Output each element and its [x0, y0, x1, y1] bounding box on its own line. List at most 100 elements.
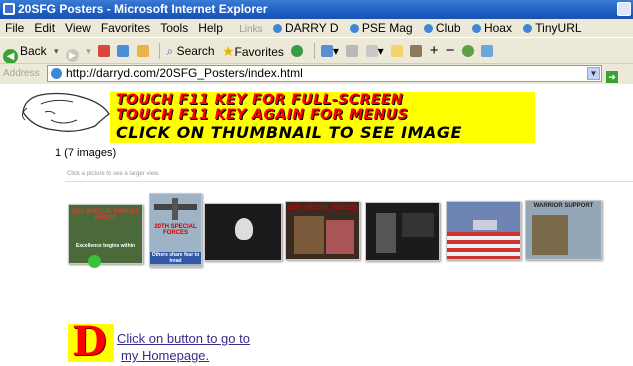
link-darry-d[interactable]: DARRY D [269, 19, 343, 37]
thumbnail-caption: 20th SPECIAL FORCES GROUP [72, 209, 139, 221]
media-icon [291, 45, 304, 57]
aircraft-icon [154, 198, 197, 220]
print-icon [365, 45, 378, 57]
mail-button[interactable] [346, 38, 359, 64]
search-icon: ⌕ [166, 44, 174, 58]
menu-view[interactable]: View [60, 19, 96, 37]
ie-icon [471, 24, 481, 33]
ie-icon [523, 24, 533, 33]
link-pse-mag[interactable]: PSE Mag [346, 19, 417, 37]
extra-button[interactable] [481, 38, 494, 64]
soldier-image [532, 215, 568, 255]
search-button[interactable]: ⌕ Search [167, 38, 215, 64]
link-label: Club [435, 21, 461, 35]
image-count: 1 (7 images) [55, 147, 117, 159]
text-block [402, 213, 434, 237]
forward-arrow-icon: ▶ [65, 49, 79, 62]
banner-line-1: TOUCH F11 KEY FOR FULL-SCREEN [116, 92, 404, 108]
back-arrow-icon: ◀ [3, 49, 18, 64]
address-dropdown[interactable]: ▼ [587, 67, 600, 80]
homepage-link-line-2[interactable]: my Homepage. [121, 348, 209, 363]
ie-icon [349, 24, 359, 33]
title-bar: 20SFG Posters - Microsoft Internet Explo… [0, 0, 633, 19]
thumbnail-caption: 20TH SPECIAL FORCES [154, 224, 197, 236]
star-icon: ★ [221, 43, 235, 59]
folder-icon [391, 45, 403, 57]
print-button[interactable]: ▾ [365, 38, 384, 64]
soldier-image [326, 220, 354, 254]
stop-button[interactable] [98, 38, 111, 64]
instruction-banner: TOUCH F11 KEY FOR FULL-SCREEN TOUCH F11 … [110, 92, 535, 143]
link-tinyurl[interactable]: TinyURL [519, 19, 585, 37]
ie-page-icon [51, 68, 62, 79]
thumbnail-7[interactable]: WARRIOR SUPPORT [525, 200, 602, 260]
tools-button[interactable] [410, 38, 423, 64]
menu-favorites[interactable]: Favorites [96, 19, 155, 37]
messenger-button[interactable] [461, 38, 474, 64]
search-label: Search [176, 44, 215, 58]
home-button[interactable] [136, 38, 149, 64]
tools-icon [410, 45, 423, 57]
address-bar: Address http://darryd.com/20SFG_Posters/… [0, 63, 633, 97]
mail-icon [346, 45, 359, 57]
zoom-out-button[interactable]: − [446, 38, 455, 64]
refresh-button[interactable] [117, 38, 130, 64]
homepage-link[interactable]: Click on button to go to [117, 331, 250, 346]
zoom-in-button[interactable]: + [430, 38, 439, 64]
address-label: Address [3, 68, 40, 79]
soldier-image [294, 216, 324, 254]
extra-icon [481, 45, 494, 57]
menu-tools[interactable]: Tools [155, 19, 193, 37]
link-label: Hoax [483, 21, 512, 35]
address-input[interactable]: http://darryd.com/20SFG_Posters/index.ht… [47, 65, 602, 82]
stop-icon [98, 45, 111, 57]
thumbnail-caption: WARRIOR SUPPORT [533, 203, 594, 209]
address-url: http://darryd.com/20SFG_Posters/index.ht… [66, 66, 303, 80]
thumbnail-2[interactable]: 20TH SPECIAL FORCES Others share fear to… [149, 193, 202, 267]
back-label: Back [20, 44, 47, 58]
messenger-icon [461, 45, 474, 57]
divider [65, 181, 633, 182]
window-title: 20SFG Posters - Microsoft Internet Explo… [18, 2, 268, 16]
menu-file[interactable]: File [0, 19, 29, 37]
page-content: TOUCH F11 KEY FOR FULL-SCREEN TOUCH F11 … [0, 84, 633, 366]
history-icon [320, 45, 333, 57]
caricature-face-logo [21, 92, 110, 132]
thumbnail-3[interactable] [204, 203, 282, 261]
folder-button[interactable] [391, 38, 403, 64]
menu-edit[interactable]: Edit [29, 19, 60, 37]
ie-icon [423, 24, 433, 33]
green-cursor-icon [88, 255, 101, 268]
forward-button[interactable]: ▶ [65, 38, 79, 64]
logo-letter: D [72, 318, 107, 365]
menu-help[interactable]: Help [193, 19, 228, 37]
soldier-silhouette [376, 213, 396, 253]
homepage-button-logo[interactable]: D [68, 318, 114, 365]
link-club[interactable]: Club [420, 19, 465, 37]
media-button[interactable] [291, 38, 304, 64]
history-button[interactable]: ▾ [320, 38, 339, 64]
ie-window-icon [3, 3, 15, 15]
thumbnail-4[interactable]: 20TH SPECIAL FORCES [285, 201, 360, 260]
thumbnail-1[interactable]: 20th SPECIAL FORCES GROUP Excellence beg… [68, 204, 143, 264]
favorites-button[interactable]: ★Favorites [222, 38, 284, 65]
toolbar-separator [159, 43, 161, 59]
thumbnail-5[interactable] [365, 202, 440, 261]
skull-icon [235, 218, 253, 240]
thumbnail-caption: 20TH SPECIAL FORCES [288, 205, 357, 211]
link-hoax[interactable]: Hoax [468, 19, 516, 37]
thumbnail-6[interactable] [446, 201, 521, 260]
back-button[interactable]: ◀ Back [0, 38, 47, 64]
banner-line-2: TOUCH F11 KEY AGAIN FOR MENUS [116, 107, 409, 123]
ie-icon [272, 24, 282, 33]
home-icon [136, 45, 149, 57]
thumbnail-subcaption: Excellence begins within [75, 243, 136, 249]
banner-line-3: CLICK ON THUMBNAIL TO SEE IMAGE [116, 123, 462, 142]
link-label: DARRY D [284, 21, 339, 35]
jet-icon [473, 220, 497, 230]
forward-dropdown[interactable]: ▾ [86, 38, 91, 64]
refresh-icon [117, 45, 130, 57]
link-label: TinyURL [535, 21, 582, 35]
back-dropdown[interactable]: ▾ [54, 38, 59, 64]
window-control-button[interactable] [617, 2, 631, 16]
